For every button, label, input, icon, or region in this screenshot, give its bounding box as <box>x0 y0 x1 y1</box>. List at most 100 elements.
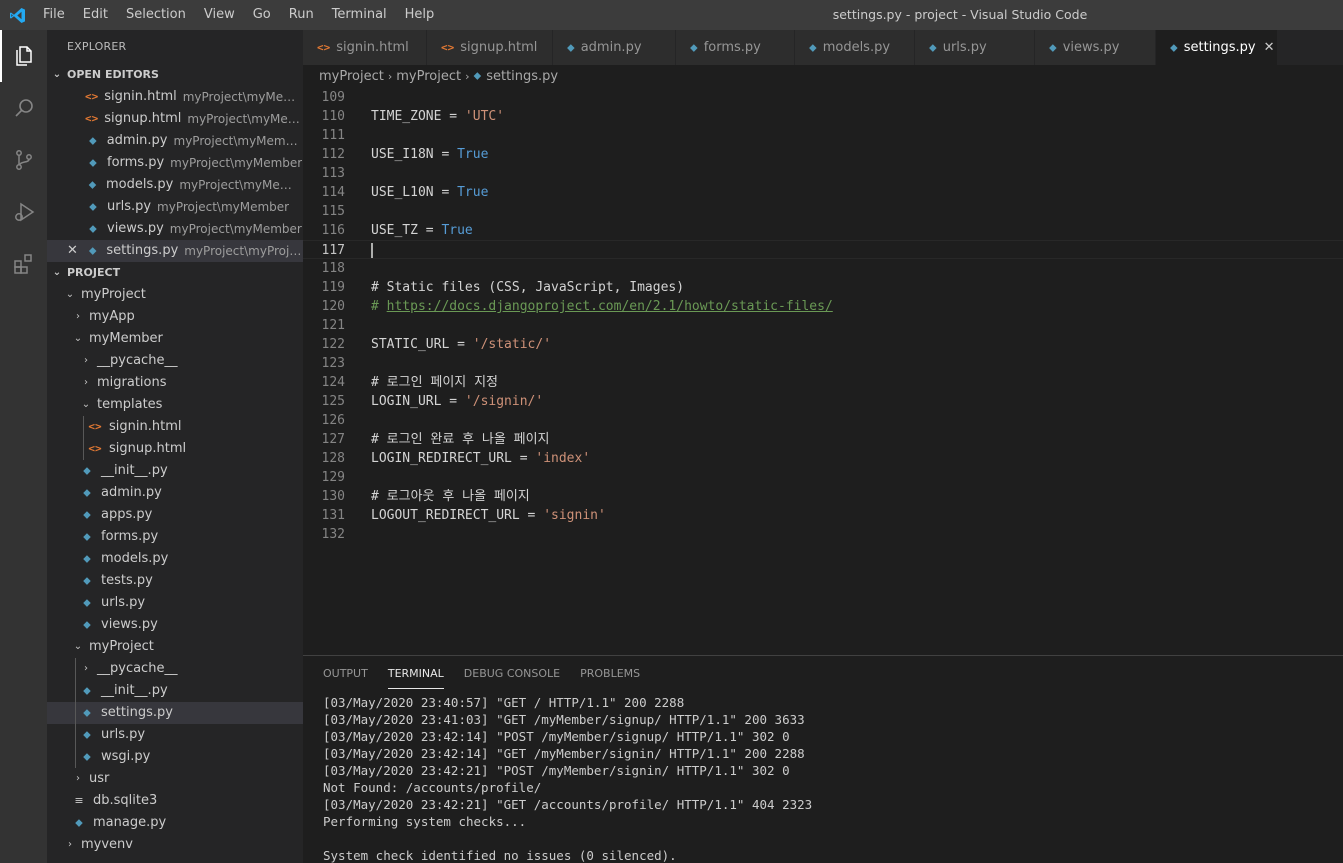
text-cursor <box>371 243 373 258</box>
chevron-down-icon: ⌄ <box>73 333 83 344</box>
tree-folder-myvenv[interactable]: › myvenv <box>47 834 303 856</box>
tree-folder-templates[interactable]: ⌄ templates <box>47 394 303 416</box>
open-editor-views[interactable]: ⬥ views.py myProject\myMember <box>47 218 303 240</box>
tab-terminal[interactable]: TERMINAL <box>387 656 444 691</box>
open-editors-header[interactable]: ⌄ OPEN EDITORS <box>47 64 303 86</box>
code-line: 126 <box>303 411 1343 430</box>
code-line: 116 USE_TZ = True <box>303 221 1343 240</box>
panel-tabs: OUTPUT TERMINAL DEBUG CONSOLE PROBLEMS <box>303 656 1343 691</box>
tab-output[interactable]: OUTPUT <box>323 656 368 691</box>
tree-folder-myproject-root[interactable]: ⌄ myProject <box>47 284 303 306</box>
tab-signin-html[interactable]: <> signin.html <box>303 30 427 65</box>
menu-help[interactable]: Help <box>396 0 444 30</box>
tree-file-manage[interactable]: ⬥ manage.py <box>47 812 303 834</box>
tab-admin-py[interactable]: ⬥ admin.py <box>553 30 676 65</box>
project-header[interactable]: ⌄ PROJECT <box>47 262 303 284</box>
line-number: 127 <box>321 432 345 447</box>
menu-view[interactable]: View <box>195 0 244 30</box>
code-line: 130 # 로그아웃 후 나올 페이지 <box>303 487 1343 506</box>
tab-settings-py[interactable]: ⬥ settings.py ✕ <box>1156 30 1278 65</box>
tab-signup-html[interactable]: <> signup.html <box>427 30 553 65</box>
code-editor[interactable]: 109 110 TIME_ZONE = 'UTC' 111 112 USE_I18N… <box>303 87 1343 655</box>
terminal-line: [03/May/2020 23:42:14] "GET /myMember/si… <box>323 746 805 761</box>
menu-edit[interactable]: Edit <box>74 0 117 30</box>
explorer-icon[interactable] <box>0 30 47 82</box>
source-control-icon[interactable] <box>0 134 47 186</box>
menu-terminal[interactable]: Terminal <box>323 0 396 30</box>
tree-file-apps[interactable]: ⬥ apps.py <box>47 504 303 526</box>
tree-folder-usr[interactable]: › usr <box>47 768 303 790</box>
activity-bar <box>0 30 47 863</box>
line-number: 132 <box>321 527 345 542</box>
tab-forms-py[interactable]: ⬥ forms.py <box>676 30 795 65</box>
search-icon[interactable] <box>0 82 47 134</box>
tree-file-forms[interactable]: ⬥ forms.py <box>47 526 303 548</box>
menu-run[interactable]: Run <box>280 0 323 30</box>
tab-problems[interactable]: PROBLEMS <box>580 656 640 691</box>
database-file-icon: ≡ <box>74 794 84 807</box>
breadcrumb-item-myproject[interactable]: myProject <box>319 69 384 84</box>
close-tab-icon[interactable]: ✕ <box>1264 40 1275 55</box>
chevron-right-icon: › <box>68 839 72 850</box>
menu-selection[interactable]: Selection <box>117 0 195 30</box>
breadcrumb-item-settings[interactable]: settings.py <box>486 69 558 84</box>
open-editor-models[interactable]: ⬥ models.py myProject\myMember <box>47 174 303 196</box>
editor-tabs: <> signin.html <> signup.html ⬥ admin.py… <box>303 30 1343 65</box>
tree-file-db[interactable]: ≡ db.sqlite3 <box>47 790 303 812</box>
code-line: 111 <box>303 126 1343 145</box>
tab-debug-console[interactable]: DEBUG CONSOLE <box>464 656 560 691</box>
tree-file-models[interactable]: ⬥ models.py <box>47 548 303 570</box>
open-editor-settings[interactable]: ✕ ⬥ settings.py myProject\myProject <box>47 240 303 262</box>
tree-file-proj-urls[interactable]: ⬥ urls.py <box>47 724 303 746</box>
indent-guide <box>75 658 76 680</box>
tree-file-views[interactable]: ⬥ views.py <box>47 614 303 636</box>
code-line: 120 # https://docs.djangoproject.com/en/2… <box>303 297 1343 316</box>
tree-file-wsgi[interactable]: ⬥ wsgi.py <box>47 746 303 768</box>
vscode-logo-icon <box>0 0 34 30</box>
menu-file[interactable]: File <box>34 0 74 30</box>
terminal-line: Performing system checks... <box>323 814 527 829</box>
open-editor-signin[interactable]: <> signin.html myProject\myMember\... <box>47 86 303 108</box>
tree-folder-myapp[interactable]: › myApp <box>47 306 303 328</box>
open-editor-urls[interactable]: ⬥ urls.py myProject\myMember <box>47 196 303 218</box>
tree-folder-myproject[interactable]: ⌄ myProject <box>47 636 303 658</box>
tab-models-py[interactable]: ⬥ models.py <box>795 30 915 65</box>
breadcrumb-item-myproject-inner[interactable]: myProject <box>396 69 461 84</box>
tree-folder-proj-pycache[interactable]: › __pycache__ <box>47 658 303 680</box>
tree-file-signup[interactable]: <> signup.html <box>47 438 303 460</box>
python-file-icon: ⬥ <box>83 464 91 477</box>
menu-go[interactable]: Go <box>244 0 280 30</box>
terminal-line: [03/May/2020 23:40:57] "GET / HTTP/1.1" … <box>323 695 685 710</box>
indent-guide <box>75 724 76 746</box>
tree-file-settings[interactable]: ⬥ settings.py <box>47 702 303 724</box>
code-line: 113 <box>303 164 1343 183</box>
explorer-sidebar: EXPLORER ⌄ OPEN EDITORS <> signin.html m… <box>47 30 303 863</box>
tree-file-admin[interactable]: ⬥ admin.py <box>47 482 303 504</box>
extensions-icon[interactable] <box>0 238 47 290</box>
close-icon[interactable]: ✕ <box>67 240 78 262</box>
bottom-panel: OUTPUT TERMINAL DEBUG CONSOLE PROBLEMS [… <box>303 655 1343 863</box>
open-editor-signup[interactable]: <> signup.html myProject\myMember... <box>47 108 303 130</box>
run-debug-icon[interactable] <box>0 186 47 238</box>
docs-link[interactable]: https://docs.djangoproject.com/en/2.1/ho… <box>387 299 833 314</box>
chevron-down-icon: ⌄ <box>81 399 91 410</box>
tree-folder-migrations[interactable]: › migrations <box>47 372 303 394</box>
code-line: 112 USE_I18N = True <box>303 145 1343 164</box>
tab-views-py[interactable]: ⬥ views.py <box>1035 30 1156 65</box>
tree-file-proj-init[interactable]: ⬥ __init__.py <box>47 680 303 702</box>
tree-folder-pycache[interactable]: › __pycache__ <box>47 350 303 372</box>
tree-file-member-init[interactable]: ⬥ __init__.py <box>47 460 303 482</box>
terminal-output[interactable]: [03/May/2020 23:40:57] "GET / HTTP/1.1" … <box>323 694 812 863</box>
code-line: 132 <box>303 525 1343 544</box>
python-file-icon: ⬥ <box>473 69 482 82</box>
tree-file-tests[interactable]: ⬥ tests.py <box>47 570 303 592</box>
tree-folder-mymember[interactable]: ⌄ myMember <box>47 328 303 350</box>
code-line: 129 <box>303 468 1343 487</box>
code-line: 125 LOGIN_URL = '/signin/' <box>303 392 1343 411</box>
tree-file-signin[interactable]: <> signin.html <box>47 416 303 438</box>
tab-urls-py[interactable]: ⬥ urls.py <box>915 30 1035 65</box>
open-editor-admin[interactable]: ⬥ admin.py myProject\myMember <box>47 130 303 152</box>
tree-file-urls[interactable]: ⬥ urls.py <box>47 592 303 614</box>
open-editor-forms[interactable]: ⬥ forms.py myProject\myMember <box>47 152 303 174</box>
python-file-icon: ⬥ <box>75 816 83 829</box>
